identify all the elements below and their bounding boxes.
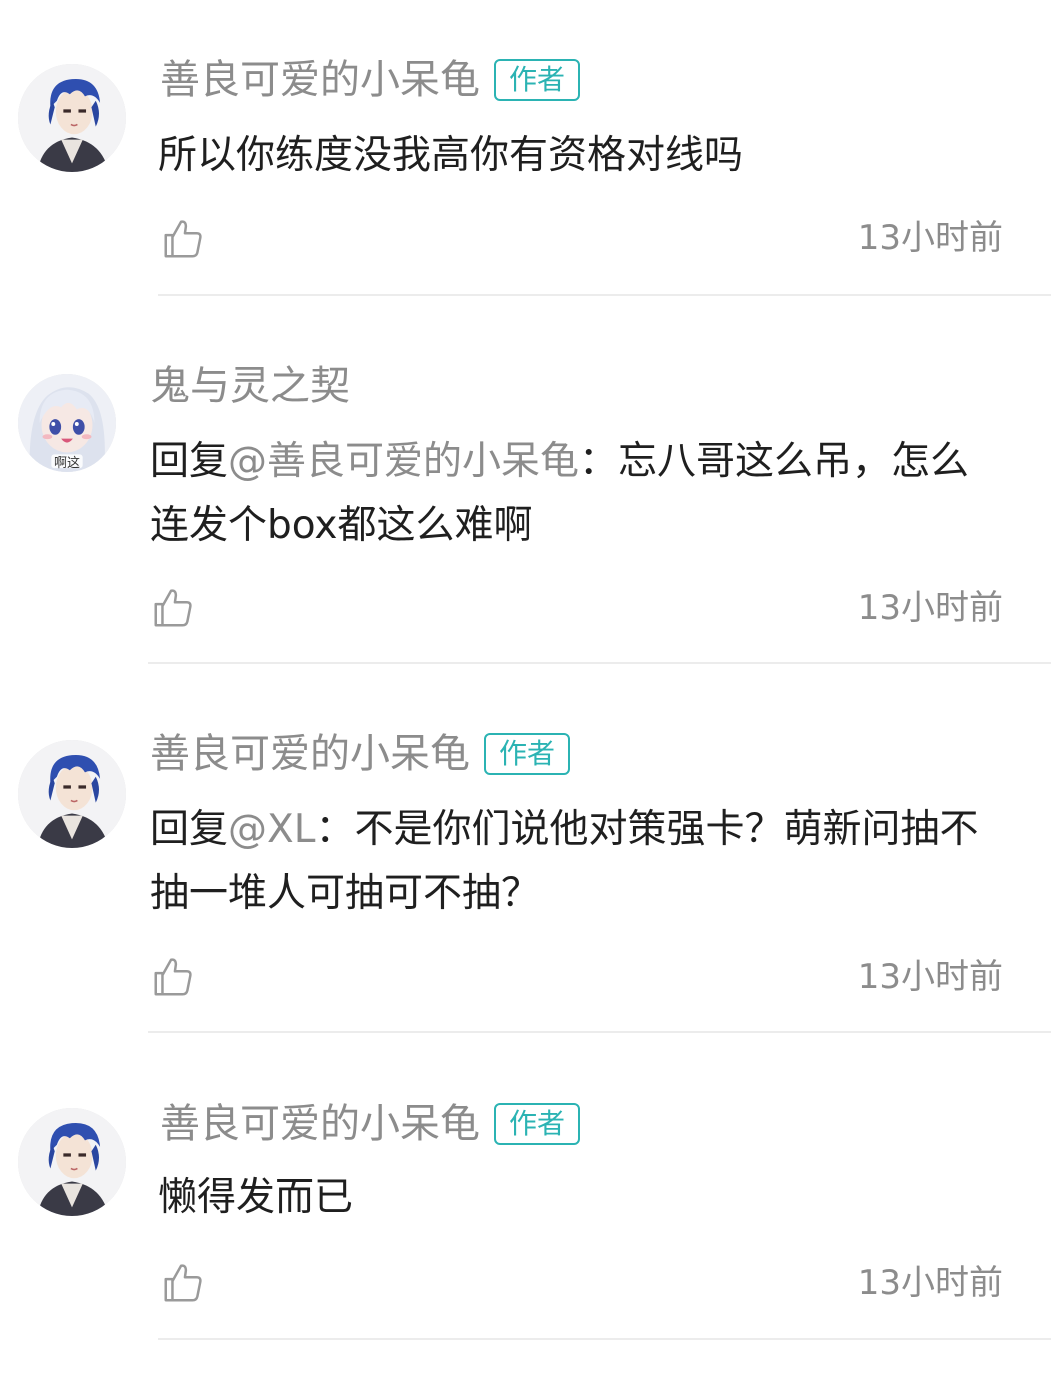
like-button[interactable] — [150, 954, 196, 1000]
mention-link[interactable]: @善良可爱的小呆龟 — [228, 439, 579, 484]
username[interactable]: 鬼与灵之契 — [150, 360, 350, 412]
avatar[interactable]: 啊这 — [18, 374, 116, 472]
reply-prefix: 回复 — [150, 439, 229, 484]
divider — [148, 1031, 1051, 1033]
anime-boy-blue-hair-avatar-icon — [18, 1108, 126, 1216]
anime-boy-blue-hair-avatar-icon — [18, 64, 126, 172]
avatar-caption: 啊这 — [53, 456, 80, 471]
comment-body: 懒得发而已 — [158, 1175, 354, 1220]
comment-header: 善良可爱的小呆龟 作者 — [160, 54, 581, 106]
comment-header: 善良可爱的小呆龟 作者 — [150, 728, 571, 780]
username[interactable]: 善良可爱的小呆龟 — [160, 1098, 480, 1150]
reply-prefix: 回复 — [150, 807, 229, 852]
comment-text: 所以你练度没我高你有资格对线吗 — [158, 124, 1018, 188]
comment-text: 回复@善良可爱的小呆龟：忘八哥这么吊，怎么连发个box都这么难啊 — [150, 430, 1000, 558]
author-badge: 作者 — [494, 1103, 581, 1145]
comment-time: 13小时前 — [857, 218, 1003, 258]
mention-link[interactable]: @XL — [228, 807, 315, 852]
anime-boy-blue-hair-avatar-icon — [18, 740, 126, 848]
comment-body: 所以你练度没我高你有资格对线吗 — [158, 133, 744, 178]
comment-text: 懒得发而已 — [158, 1166, 1018, 1230]
comment-header: 鬼与灵之契 — [150, 360, 350, 412]
comment-time: 13小时前 — [857, 957, 1003, 997]
thumbs-up-icon — [154, 589, 192, 627]
divider — [158, 1338, 1051, 1340]
divider — [148, 662, 1051, 664]
author-badge: 作者 — [494, 59, 581, 101]
avatar[interactable] — [18, 64, 126, 172]
comment-time: 13小时前 — [857, 1263, 1003, 1303]
comment-text: 回复@XL：不是你们说他对策强卡？萌新问抽不抽一堆人可抽可不抽？ — [150, 798, 1000, 926]
username[interactable]: 善良可爱的小呆龟 — [150, 728, 470, 780]
comment-time: 13小时前 — [857, 588, 1003, 628]
like-button[interactable] — [160, 216, 206, 262]
thumbs-up-icon — [164, 1264, 202, 1302]
comment-header: 善良可爱的小呆龟 作者 — [160, 1098, 581, 1150]
like-button[interactable] — [160, 1260, 206, 1306]
like-button[interactable] — [150, 585, 196, 631]
thumbs-up-icon — [164, 220, 202, 258]
username[interactable]: 善良可爱的小呆龟 — [160, 54, 480, 106]
avatar[interactable] — [18, 1108, 126, 1216]
avatar[interactable] — [18, 740, 126, 848]
thumbs-up-icon — [154, 958, 192, 996]
author-badge: 作者 — [484, 733, 571, 775]
divider — [158, 294, 1051, 296]
